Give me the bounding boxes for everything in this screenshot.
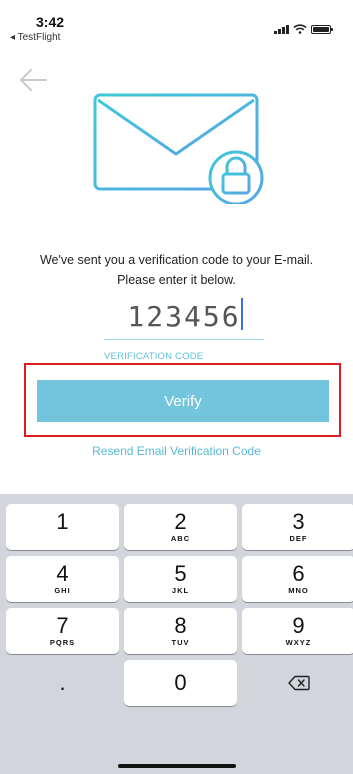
key-letters: PQRS	[49, 638, 76, 647]
status-bar: 3:42 ◂ TestFlight	[0, 0, 353, 48]
key-9[interactable]: 9 WXYZ	[242, 608, 353, 654]
key-7[interactable]: 7 PQRS	[6, 608, 119, 654]
key-digit: 0	[174, 670, 187, 695]
key-2[interactable]: 2 ABC	[124, 504, 237, 550]
key-letters: MNO	[288, 586, 309, 595]
key-digit: 9	[292, 613, 305, 638]
key-6[interactable]: 6 MNO	[242, 556, 353, 602]
instruction-line-1: We've sent you a verification code to yo…	[39, 253, 314, 267]
key-letters: GHI	[54, 586, 71, 595]
key-letters: WXYZ	[285, 638, 312, 647]
backspace-icon	[287, 675, 310, 691]
verify-button[interactable]: Verify	[37, 380, 329, 422]
key-letters: DEF	[289, 534, 308, 543]
key-letters: JKL	[171, 586, 190, 595]
key-8[interactable]: 8 TUV	[124, 608, 237, 654]
key-decimal[interactable]: .	[6, 660, 119, 706]
back-arrow-icon[interactable]	[18, 66, 48, 94]
instruction-line-2: Please enter it below.	[117, 273, 236, 287]
status-icons	[274, 24, 333, 34]
key-delete[interactable]	[242, 660, 353, 706]
back-to-testflight-link[interactable]: ◂ TestFlight	[10, 32, 60, 43]
text-caret	[241, 298, 243, 330]
verification-code-label: VERIFICATION CODE	[104, 351, 204, 362]
key-digit: 5	[174, 561, 187, 586]
key-digit: 6	[292, 561, 305, 586]
verification-code-input[interactable]	[104, 294, 264, 340]
key-letters: TUV	[171, 638, 190, 647]
key-digit: 2	[174, 509, 187, 534]
key-digit: 1	[56, 509, 69, 534]
key-0[interactable]: 0	[124, 660, 237, 706]
signal-icon	[274, 24, 289, 34]
key-letters: ABC	[170, 534, 191, 543]
wifi-icon	[293, 24, 307, 34]
key-4[interactable]: 4 GHI	[6, 556, 119, 602]
key-3[interactable]: 3 DEF	[242, 504, 353, 550]
key-5[interactable]: 5 JKL	[124, 556, 237, 602]
battery-icon	[311, 24, 333, 34]
key-digit: 3	[292, 509, 305, 534]
resend-code-link[interactable]: Resend Email Verification Code	[0, 444, 353, 458]
key-digit: .	[59, 670, 66, 695]
key-1[interactable]: 1	[6, 504, 119, 550]
envelope-lock-icon	[93, 93, 264, 204]
key-digit: 7	[56, 613, 69, 638]
numeric-keypad: 1 2 ABC 3 DEF 4 GHI 5 JKL 6 MNO 7 PQRS 8…	[0, 494, 353, 774]
key-digit: 4	[56, 561, 69, 586]
key-digit: 8	[174, 613, 187, 638]
status-time: 3:42	[36, 14, 65, 30]
home-indicator[interactable]	[118, 764, 236, 768]
instruction-text: We've sent you a verification code to yo…	[0, 250, 353, 290]
